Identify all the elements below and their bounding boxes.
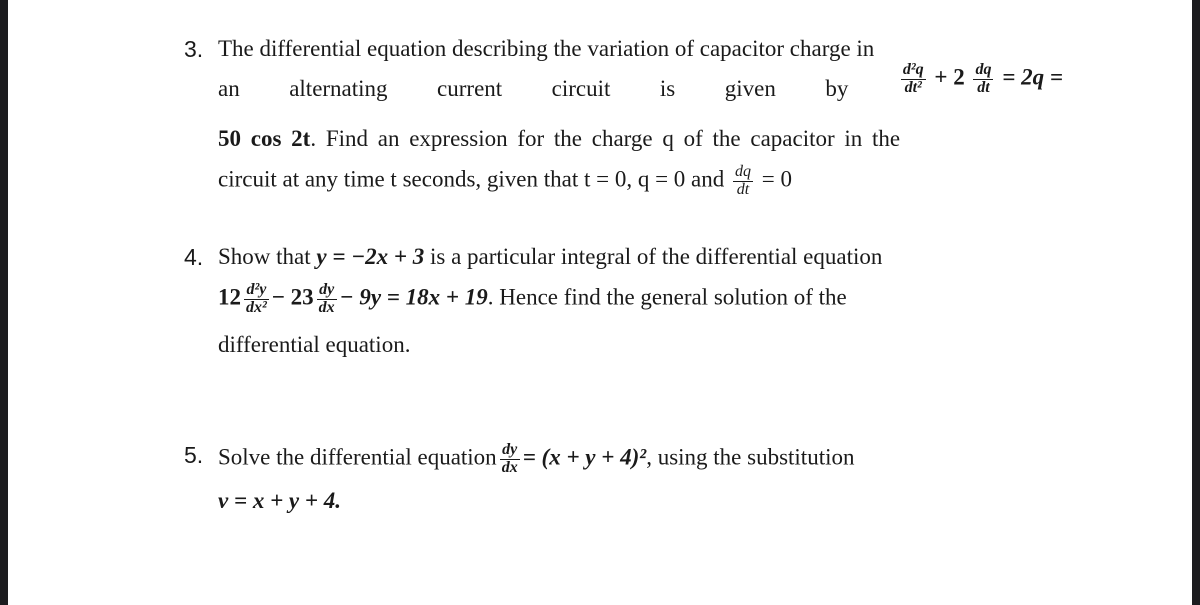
math-expression: v = x + y + 4. xyxy=(218,488,341,513)
word: circuit xyxy=(551,76,611,101)
math-expression: = (x + y + 4)² xyxy=(522,444,647,470)
q4-line-1: 4. Show that y = −2x + 3 is a particular… xyxy=(184,244,883,270)
word: given xyxy=(724,76,776,101)
q5-line-1: 5. Solve the differential equation dy dx = … xyxy=(184,441,855,477)
q4-text: Show that xyxy=(218,244,311,269)
word: current xyxy=(437,76,503,101)
q4-text: differential equation. xyxy=(218,332,411,357)
q3-line-2: an alternating current circuit is given … xyxy=(218,61,1063,102)
math-term: = 0 xyxy=(761,166,793,192)
q3-line-4: circuit at any time t seconds, given tha… xyxy=(218,163,793,199)
fraction-d2y-dx2: d²y dx² xyxy=(244,281,269,316)
question-number: 3. xyxy=(184,36,204,62)
document-page: 3. The differential equation describing … xyxy=(8,0,1192,605)
q4-text: . Hence find the general solution of the xyxy=(487,284,847,310)
q5-line-2: v = x + y + 4. xyxy=(218,488,341,514)
math-term: − 23 xyxy=(271,284,314,310)
word: by xyxy=(825,76,849,101)
math-expression: 50 cos 2t xyxy=(218,126,311,151)
word: an xyxy=(218,76,240,101)
fraction-dy-dx: dy dx xyxy=(316,281,337,316)
q3-text: circuit at any time t seconds, given tha… xyxy=(218,166,725,192)
question-number: 4. xyxy=(184,244,204,270)
fraction-dy-dx: dy dx xyxy=(499,441,520,476)
fraction-dq-dt: dq dt xyxy=(973,61,994,96)
q4-line-2: 12 d²y dx² − 23 dy dx − 9y = 18x + 19. Hence f… xyxy=(218,281,847,317)
q3-text: . Find an expression for the charge q of… xyxy=(310,126,901,151)
math-term: 12 xyxy=(218,284,241,310)
math-term: = 2q = xyxy=(1002,64,1063,90)
q5-text: , using the substitution xyxy=(646,444,855,470)
fraction-dq-dt: dq dt xyxy=(733,163,754,198)
math-expression: y = −2x + 3 xyxy=(316,244,425,269)
q3-line-3: 50 cos 2t. Find an expression for the ch… xyxy=(218,126,900,152)
math-expression: − 9y = 18x + 19 xyxy=(339,284,488,310)
q5-text: Solve the differential equation xyxy=(218,444,497,470)
q3-line-1: 3. The differential equation describing … xyxy=(184,36,875,62)
word: alternating xyxy=(289,76,388,101)
q4-line-3: differential equation. xyxy=(218,332,410,358)
fraction-d2q-dt2: d²q dt² xyxy=(900,61,926,96)
math-term: + 2 xyxy=(934,64,965,90)
word: is xyxy=(659,76,676,101)
q3-text: The differential equation describing the… xyxy=(218,36,875,61)
q3-equation: d²q dt² + 2 dq dt = 2q = xyxy=(898,61,1063,102)
question-number: 5. xyxy=(184,442,204,468)
q4-text: is a particular integral of the differen… xyxy=(430,244,883,269)
